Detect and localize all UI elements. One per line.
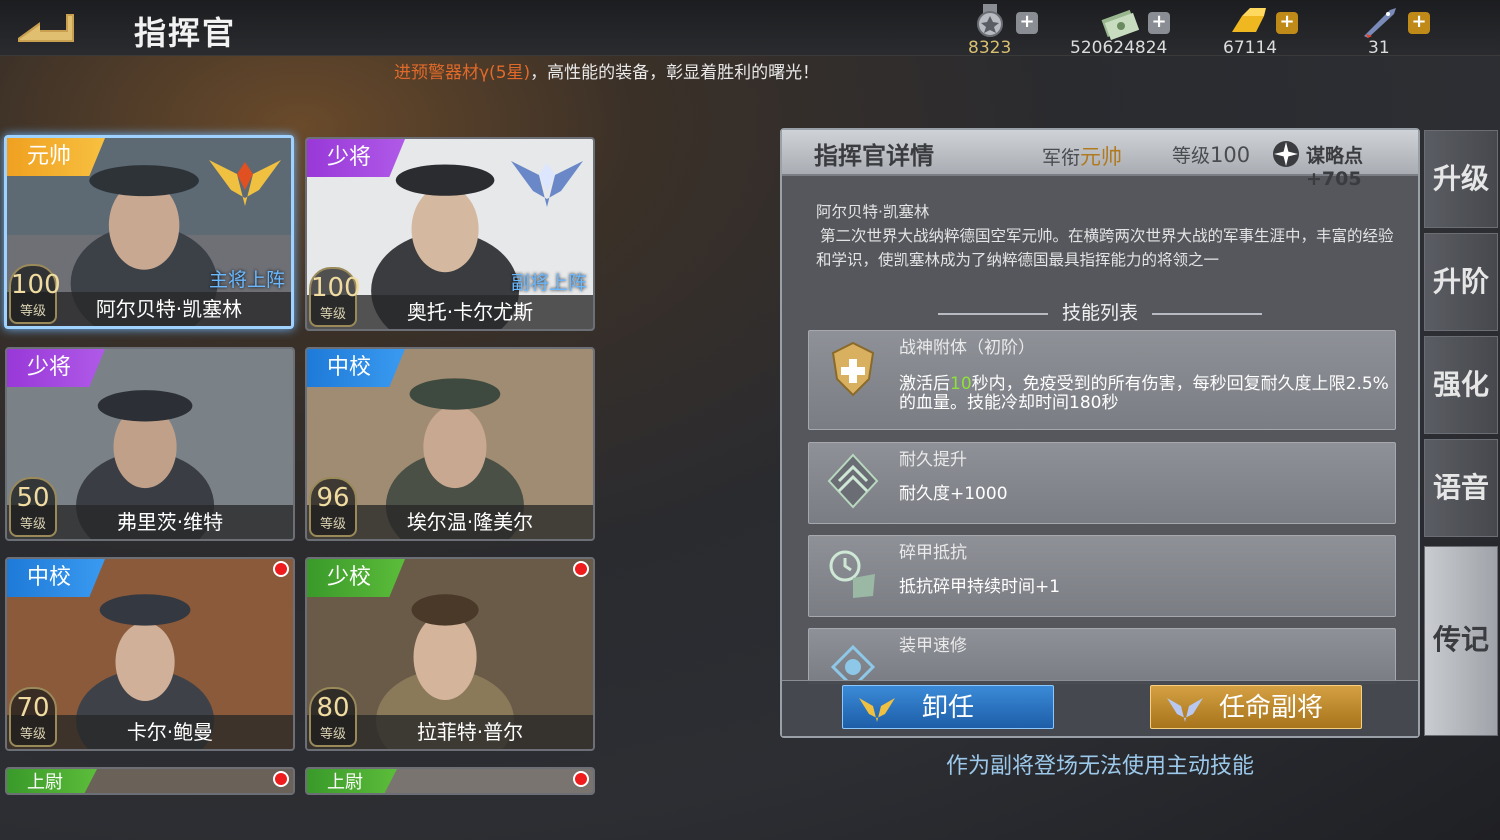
- level-badge: 70 等级: [9, 687, 57, 747]
- armor-up-icon: [827, 453, 879, 509]
- cash-count: 520624824: [1070, 38, 1168, 58]
- commander-detail-panel: 指挥官详情 军衔元帅 等级100 谋略点+705 阿尔贝特·凯塞林 第二次世界大…: [780, 128, 1420, 738]
- rocket-icon: [1364, 8, 1396, 38]
- strategy-points: 谋略点+705: [1306, 145, 1364, 190]
- rank-info: 军衔元帅: [1042, 145, 1123, 169]
- notification-dot: [273, 771, 289, 787]
- rank-badge: 少将: [307, 139, 406, 177]
- shield-clock-icon: [829, 550, 875, 598]
- action-bar: 卸任 任命副将: [782, 680, 1418, 736]
- appoint-deputy-button[interactable]: 任命副将: [1150, 685, 1362, 729]
- wings-icon: [859, 698, 895, 722]
- gold-bar-icon: [1232, 8, 1266, 32]
- resource-cash: + 520624824: [1070, 2, 1180, 58]
- tab-voice[interactable]: 语音: [1424, 439, 1498, 537]
- skill-item[interactable]: 耐久提升 耐久度+1000: [808, 442, 1396, 524]
- detail-header: 指挥官详情 军衔元帅 等级100 谋略点+705: [782, 130, 1418, 190]
- rank-badge: 中校: [307, 349, 406, 387]
- compass-icon: [1273, 141, 1299, 167]
- tab-upgrade[interactable]: 升级: [1424, 130, 1498, 228]
- commander-card[interactable]: 上尉: [5, 767, 295, 795]
- commander-card[interactable]: 少将 弗里茨·维特 50 等级: [5, 347, 295, 541]
- medal-count: 8323: [968, 38, 1012, 58]
- skill-name: 装甲速修: [899, 636, 967, 656]
- commander-card[interactable]: 少校 拉菲特·普尔 80 等级: [305, 557, 595, 751]
- resource-gold: + 67114: [1220, 2, 1300, 58]
- commander-card[interactable]: 上尉: [305, 767, 595, 795]
- marshal-emblem-icon: [209, 160, 281, 206]
- rocket-count: 31: [1368, 38, 1390, 58]
- detail-title: 指挥官详情: [814, 142, 934, 170]
- skill-item[interactable]: 战神附体（初阶） 激活后10秒内，免疫受到的所有伤害，每秒回复耐久度上限2.5%…: [808, 330, 1396, 430]
- level-info: 等级100: [1172, 143, 1251, 167]
- tab-promote[interactable]: 升阶: [1424, 233, 1498, 331]
- tab-biography[interactable]: 传记: [1424, 546, 1498, 736]
- skill-name: 耐久提升: [899, 450, 967, 470]
- announcement-ticker: 进预警器材γ(5星)，高性能的装备，彰显着胜利的曙光！: [394, 63, 820, 83]
- back-arrow-icon[interactable]: [10, 8, 76, 46]
- rank-badge: 上尉: [307, 769, 397, 793]
- level-badge: 80 等级: [309, 687, 357, 747]
- notification-dot: [273, 561, 289, 577]
- skills-title: 技能列表: [782, 298, 1418, 325]
- deputy-note: 作为副将登场无法使用主动技能: [946, 754, 1255, 779]
- add-gold-button[interactable]: +: [1276, 12, 1298, 34]
- rank-badge: 少校: [307, 559, 406, 597]
- rank-badge: 少将: [7, 349, 106, 387]
- resource-rocket: + 31: [1358, 2, 1438, 58]
- skill-desc: 抵抗碎甲持续时间+1: [899, 577, 1061, 597]
- skill-item[interactable]: 碎甲抵抗 抵抗碎甲持续时间+1: [808, 535, 1396, 617]
- wrench-armor-icon: [830, 644, 876, 683]
- gold-count: 67114: [1223, 38, 1278, 58]
- commander-card[interactable]: 少将 副将上阵 奥托·卡尔尤斯 100 等级: [305, 137, 595, 331]
- skill-item[interactable]: 装甲速修: [808, 628, 1396, 684]
- level-badge: 96 等级: [309, 477, 357, 537]
- level-badge: 100 等级: [309, 267, 361, 327]
- cash-icon: [1101, 9, 1140, 40]
- notification-dot: [573, 561, 589, 577]
- add-medal-button[interactable]: +: [1016, 12, 1038, 34]
- commander-card[interactable]: 中校 埃尔温·隆美尔 96 等级: [305, 347, 595, 541]
- level-badge: 100 等级: [9, 264, 61, 324]
- add-rocket-button[interactable]: +: [1408, 12, 1430, 34]
- tab-enhance[interactable]: 强化: [1424, 336, 1498, 434]
- skill-name: 战神附体（初阶）: [899, 338, 1035, 358]
- deploy-status: 主将上阵: [208, 269, 285, 291]
- general-emblem-icon: [511, 161, 583, 207]
- wings-icon: [1167, 698, 1203, 722]
- medal-icon: [977, 4, 1003, 37]
- commander-card[interactable]: 元帅 主将上阵 阿尔贝特·凯塞林 100 等级: [4, 135, 294, 329]
- commander-bio: 阿尔贝特·凯塞林 第二次世界大战纳粹德国空军元帅。在横跨两次世界大战的军事生涯中…: [816, 203, 1394, 269]
- rank-badge: 元帅: [7, 138, 106, 176]
- deploy-status: 副将上阵: [510, 272, 587, 294]
- dismiss-button[interactable]: 卸任: [842, 685, 1054, 729]
- rank-badge: 上尉: [7, 769, 97, 793]
- commander-card[interactable]: 中校 卡尔·鲍曼 70 等级: [5, 557, 295, 751]
- skill-name: 碎甲抵抗: [899, 543, 967, 563]
- page-title: 指挥官: [134, 14, 237, 52]
- notification-dot: [573, 771, 589, 787]
- rank-badge: 中校: [7, 559, 106, 597]
- resource-medal: + 8323: [964, 2, 1044, 58]
- skill-desc: 耐久度+1000: [899, 484, 1008, 504]
- level-badge: 50 等级: [9, 477, 57, 537]
- add-cash-button[interactable]: +: [1148, 12, 1170, 34]
- skill-desc: 激活后10秒内，免疫受到的所有伤害，每秒回复耐久度上限2.5%的血量。技能冷却时…: [899, 374, 1389, 413]
- eagle-shield-icon: [831, 341, 875, 397]
